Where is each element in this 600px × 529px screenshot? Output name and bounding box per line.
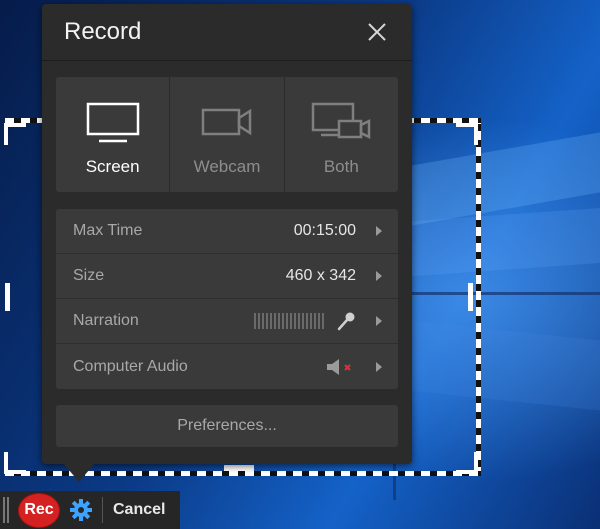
toolbar-divider <box>102 497 103 523</box>
computer-audio-row[interactable]: Computer Audio <box>56 344 398 389</box>
size-value: 460 x 342 <box>285 267 356 284</box>
chevron-right-icon <box>376 361 382 372</box>
chevron-right-icon <box>376 271 382 281</box>
mode-screen-button[interactable]: Screen <box>56 77 171 192</box>
resize-handle-bottom-right[interactable] <box>456 452 478 474</box>
audio-level-meter <box>254 313 324 329</box>
resize-handle-right[interactable] <box>468 283 473 311</box>
max-time-value: 00:15:00 <box>293 222 356 239</box>
size-row[interactable]: Size 460 x 342 <box>56 254 398 299</box>
speaker-muted-icon[interactable] <box>326 357 356 377</box>
chevron-right-icon <box>376 316 382 326</box>
settings-list: Max Time 00:15:00 Size 460 x 342 Narrati… <box>56 209 398 389</box>
panel-header: Record <box>42 4 412 61</box>
panel-title: Record <box>64 18 142 45</box>
close-icon[interactable] <box>366 21 388 43</box>
record-panel: Record Screen Webcam Both Max Time 00:15… <box>42 4 412 464</box>
resize-handle-bottom-left[interactable] <box>4 452 26 474</box>
narration-label: Narration <box>73 312 139 329</box>
monitor-webcam-icon <box>312 102 371 140</box>
narration-row[interactable]: Narration <box>56 299 398 344</box>
gear-icon[interactable] <box>69 498 93 522</box>
mode-screen-label: Screen <box>85 157 140 176</box>
record-toolbar: Rec Cancel <box>0 491 180 529</box>
cancel-button[interactable]: Cancel <box>113 501 165 519</box>
max-time-label: Max Time <box>73 222 143 239</box>
preferences-button[interactable]: Preferences... <box>56 405 398 447</box>
webcam-icon <box>201 108 252 136</box>
computer-audio-label: Computer Audio <box>73 357 188 375</box>
mode-webcam-label: Webcam <box>193 157 261 176</box>
max-time-row[interactable]: Max Time 00:15:00 <box>56 209 398 254</box>
resize-handle-bottom[interactable] <box>224 465 254 471</box>
mode-both-button[interactable]: Both <box>285 77 398 192</box>
size-label: Size <box>73 267 105 284</box>
monitor-icon <box>86 102 139 143</box>
chevron-right-icon <box>376 226 382 236</box>
mode-both-label: Both <box>323 157 359 176</box>
resize-handle-top-left[interactable] <box>4 123 26 145</box>
drag-handle[interactable] <box>3 497 11 523</box>
mode-webcam-button[interactable]: Webcam <box>170 77 285 192</box>
microphone-icon[interactable] <box>336 311 356 331</box>
resize-handle-left[interactable] <box>5 283 10 311</box>
panel-pointer <box>64 464 94 482</box>
record-mode-selector: Screen Webcam Both <box>56 77 398 192</box>
rec-button[interactable]: Rec <box>18 492 60 528</box>
resize-handle-top-right[interactable] <box>456 123 478 145</box>
